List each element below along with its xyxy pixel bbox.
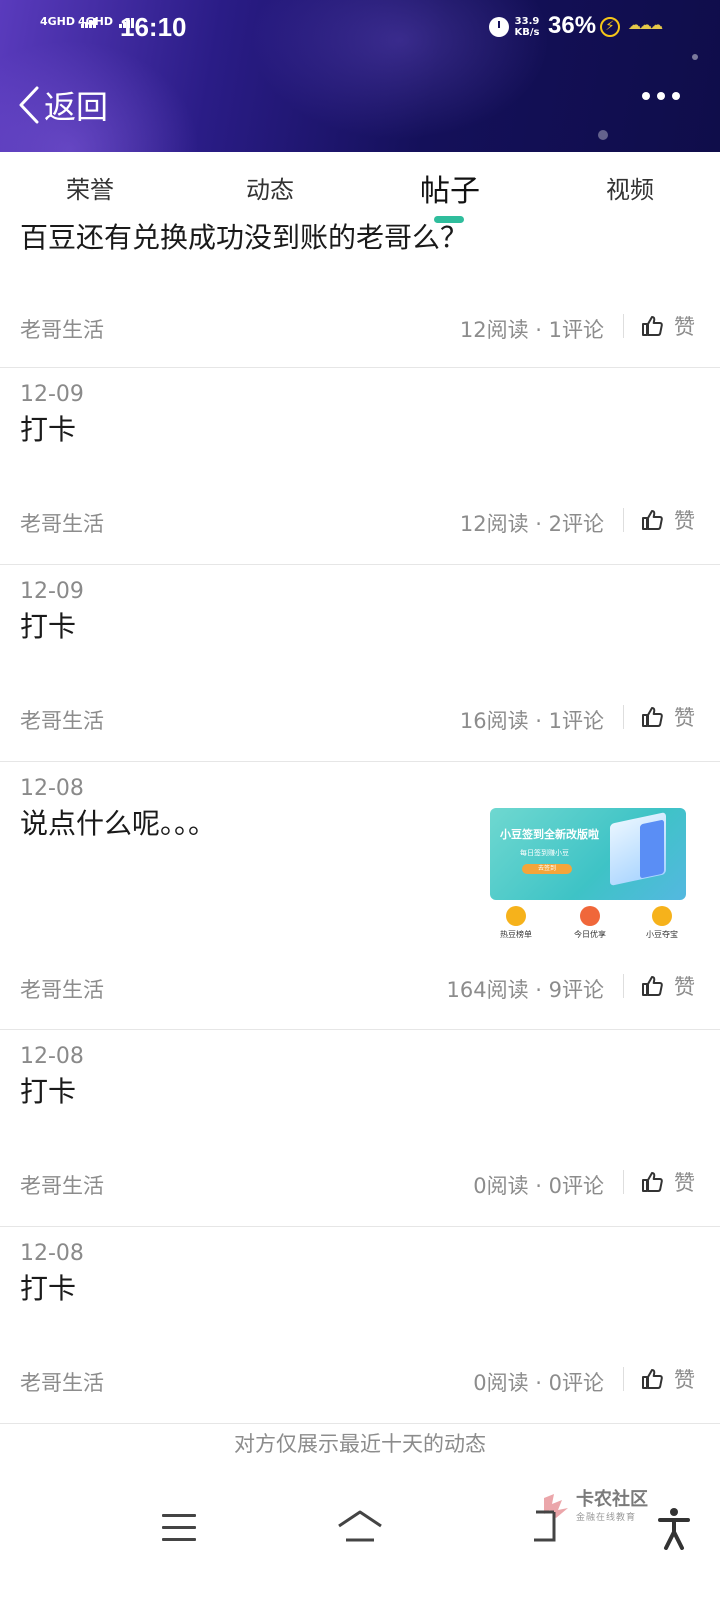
divider <box>623 1367 624 1391</box>
post-title[interactable]: 打卡 <box>20 1070 76 1110</box>
post-stats: 12阅读 · 1评论 <box>459 318 604 342</box>
divider <box>623 974 624 998</box>
like-label: 赞 <box>674 509 695 533</box>
post-item[interactable]: 百豆还有兑换成功没到账的老哥么？ 老哥生活 12阅读 · 1评论 赞 <box>0 200 720 368</box>
back-button[interactable]: 返回 <box>18 82 108 128</box>
thumbs-up-icon <box>642 976 663 996</box>
thumbs-up-icon <box>642 707 663 727</box>
divider <box>623 705 624 729</box>
post-author[interactable]: 老哥生活 <box>20 974 104 1004</box>
like-button[interactable]: 赞 <box>640 311 695 341</box>
status-time: 16:10 <box>120 12 187 42</box>
thumbs-up-icon <box>642 1172 663 1192</box>
cart-icon: 今日优享 <box>560 906 620 940</box>
home-icon[interactable] <box>336 1508 384 1544</box>
post-title[interactable]: 打卡 <box>20 1267 76 1307</box>
footer-note: 对方仅展示最近十天的动态 <box>234 1432 486 1456</box>
charging-bolt-icon: ⚡ <box>600 17 620 37</box>
post-item[interactable]: 12-09 打卡 老哥生活 16阅读 · 1评论 赞 <box>0 565 720 762</box>
weather-icon: ☁☁☁ <box>628 18 663 33</box>
post-author[interactable]: 老哥生活 <box>20 1367 104 1397</box>
menu-icon[interactable] <box>162 1514 196 1544</box>
alarm-icon <box>489 17 509 37</box>
post-title[interactable]: 打卡 <box>20 408 76 448</box>
like-label: 赞 <box>674 1171 695 1195</box>
system-nav-bar <box>0 1500 720 1600</box>
sim2-label: 4GHD <box>78 15 114 28</box>
post-date: 12-09 <box>20 579 84 604</box>
post-stats: 12阅读 · 2评论 <box>459 512 604 536</box>
like-button[interactable]: 赞 <box>640 1364 695 1394</box>
post-item[interactable]: 12-08 打卡 老哥生活 0阅读 · 0评论 赞 <box>0 1030 720 1227</box>
like-label: 赞 <box>674 975 695 999</box>
post-title[interactable]: 百豆还有兑换成功没到账的老哥么？ <box>20 216 468 256</box>
status-bar: 4GHD 4GHD 16:10 33.9 KB/s 36% ⚡ ☁☁☁ <box>0 0 720 56</box>
divider <box>623 1170 624 1194</box>
post-author[interactable]: 老哥生活 <box>20 705 104 735</box>
post-date: 12-08 <box>20 1241 84 1266</box>
back-label: 返回 <box>44 88 109 126</box>
like-button[interactable]: 赞 <box>640 971 695 1001</box>
post-stats: 164阅读 · 9评论 <box>446 978 604 1002</box>
post-date: 12-08 <box>20 1044 84 1069</box>
back-nav-icon[interactable] <box>532 1508 568 1544</box>
post-stats: 0阅读 · 0评论 <box>473 1174 604 1198</box>
nav-bar: 返回 <box>0 70 720 140</box>
post-author[interactable]: 老哥生活 <box>20 1170 104 1200</box>
post-item[interactable]: 12-09 打卡 老哥生活 12阅读 · 2评论 赞 <box>0 368 720 565</box>
post-stats: 16阅读 · 1评论 <box>459 709 604 733</box>
thumbs-up-icon <box>642 510 663 530</box>
network-speed-unit: KB/s <box>514 27 540 38</box>
thumbnail-banner-subtitle: 每日签到赚小豆 <box>520 849 569 857</box>
post-thumbnail[interactable]: 小豆签到全新改版啦 每日签到赚小豆 去签到 热豆榜单 今日优享 小豆夺宝 <box>486 802 694 950</box>
thumbnail-icon-label: 今日优享 <box>574 930 606 939</box>
more-dots-icon[interactable] <box>642 92 680 100</box>
thumbs-up-icon <box>642 1369 663 1389</box>
book-illustration <box>640 819 664 879</box>
post-item[interactable]: 12-08 打卡 老哥生活 0阅读 · 0评论 赞 <box>0 1227 720 1424</box>
divider <box>623 508 624 532</box>
post-stats: 0阅读 · 0评论 <box>473 1371 604 1395</box>
like-label: 赞 <box>674 706 695 730</box>
accessibility-icon[interactable] <box>656 1506 692 1550</box>
post-title[interactable]: 打卡 <box>20 605 76 645</box>
divider <box>623 314 624 338</box>
header: 4GHD 4GHD 16:10 33.9 KB/s 36% ⚡ ☁☁☁ 返回 <box>0 0 720 152</box>
post-date: 12-09 <box>20 382 84 407</box>
network-speed: 33.9 KB/s <box>514 16 540 38</box>
post-author[interactable]: 老哥生活 <box>20 314 104 344</box>
thumbnail-icon-label: 小豆夺宝 <box>646 930 678 939</box>
thumbnail-icon-label: 热豆榜单 <box>500 930 532 939</box>
thumbnail-icons: 热豆榜单 今日优享 小豆夺宝 <box>486 906 694 946</box>
thumbs-up-icon <box>642 316 663 336</box>
treasure-icon: 小豆夺宝 <box>632 906 692 940</box>
post-item[interactable]: 12-08 说点什么呢。。。 小豆签到全新改版啦 每日签到赚小豆 去签到 热豆榜… <box>0 762 720 1030</box>
hot-list-icon: 热豆榜单 <box>486 906 546 940</box>
like-label: 赞 <box>674 315 695 339</box>
post-author[interactable]: 老哥生活 <box>20 508 104 538</box>
network-speed-value: 33.9 <box>514 16 540 27</box>
thumbnail-banner-title: 小豆签到全新改版啦 <box>500 828 599 841</box>
post-title[interactable]: 说点什么呢。。。 <box>20 802 216 842</box>
battery-percent: 36% <box>548 12 597 39</box>
thumbnail-banner-button: 去签到 <box>522 864 572 874</box>
sim1-label: 4GHD <box>40 15 76 28</box>
like-button[interactable]: 赞 <box>640 1167 695 1197</box>
like-label: 赞 <box>674 1368 695 1392</box>
like-button[interactable]: 赞 <box>640 702 695 732</box>
thumbnail-banner: 小豆签到全新改版啦 每日签到赚小豆 去签到 <box>490 808 686 900</box>
chevron-left-icon <box>19 86 39 124</box>
like-button[interactable]: 赞 <box>640 505 695 535</box>
post-date: 12-08 <box>20 776 84 801</box>
